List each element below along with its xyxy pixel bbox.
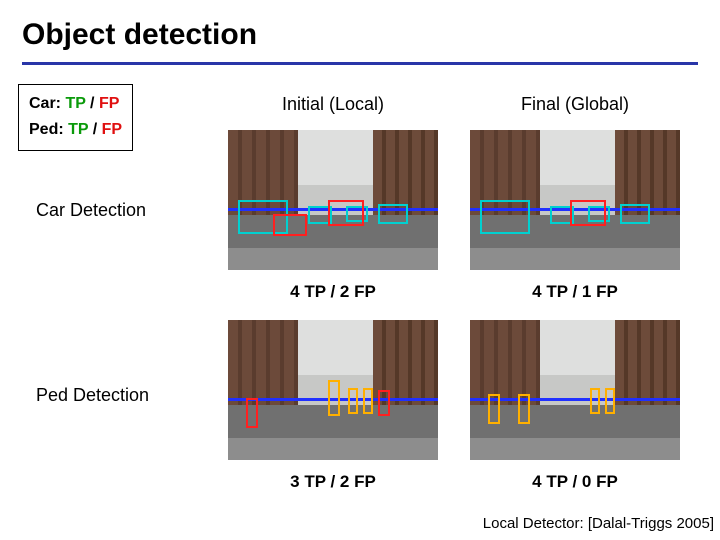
result-car-local: 4 TP / 2 FP [228, 282, 438, 302]
legend-fp: FP [102, 121, 122, 138]
bbox-tp [620, 204, 650, 224]
bbox-tp [363, 388, 373, 414]
bbox-fp [273, 214, 307, 236]
result-ped-global: 4 TP / 0 FP [470, 472, 680, 492]
bbox-tp [605, 388, 615, 414]
image-car-local [228, 130, 438, 270]
image-car-global [470, 130, 680, 270]
legend-car-prefix: Car: [29, 95, 65, 112]
bbox-tp [328, 380, 340, 416]
result-car-global: 4 TP / 1 FP [470, 282, 680, 302]
row-label-car: Car Detection [36, 200, 146, 221]
legend-ped-prefix: Ped: [29, 121, 68, 138]
bbox-fp [328, 200, 364, 226]
row-label-ped: Ped Detection [36, 385, 149, 406]
column-header-local: Initial (Local) [228, 94, 438, 115]
column-header-global: Final (Global) [470, 94, 680, 115]
legend-tp: TP [65, 95, 85, 112]
image-ped-local [228, 320, 438, 460]
bbox-tp [378, 204, 408, 224]
legend-box: Car: TP / FP Ped: TP / FP [18, 84, 133, 151]
slide-title: Object detection [0, 0, 720, 58]
legend-ped-line: Ped: TP / FP [29, 117, 122, 143]
bbox-fp [570, 200, 606, 226]
legend-fp: FP [99, 95, 119, 112]
title-underline [22, 62, 698, 65]
image-ped-global [470, 320, 680, 460]
legend-car-line: Car: TP / FP [29, 91, 122, 117]
bbox-tp [488, 394, 500, 424]
legend-sep: / [86, 95, 99, 112]
bbox-tp [480, 200, 530, 234]
citation: Local Detector: [Dalal-Triggs 2005] [483, 515, 714, 532]
bbox-tp [590, 388, 600, 414]
legend-tp: TP [68, 121, 88, 138]
bbox-fp [246, 398, 258, 428]
result-ped-local: 3 TP / 2 FP [228, 472, 438, 492]
bbox-tp [518, 394, 530, 424]
bbox-fp [378, 390, 390, 416]
legend-sep: / [88, 121, 101, 138]
bbox-tp [348, 388, 358, 414]
